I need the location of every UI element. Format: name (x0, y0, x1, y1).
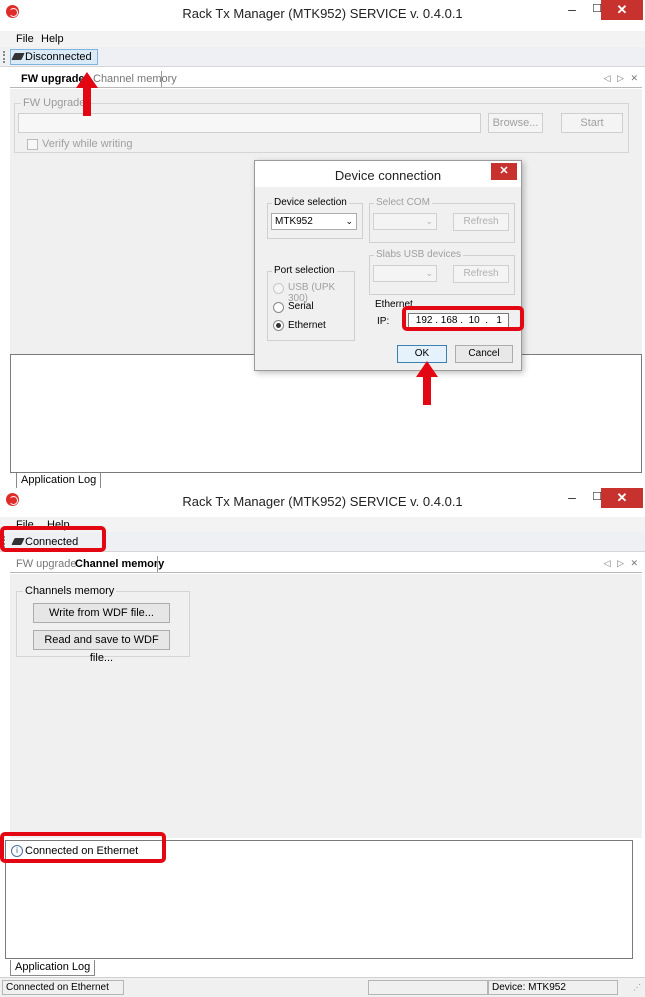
radio-usb[interactable] (273, 283, 284, 294)
tab-separator (157, 556, 158, 572)
minimize-icon[interactable]: – (560, 488, 584, 508)
device-selection-label: Device selection (272, 197, 349, 208)
select-com-label: Select COM (374, 197, 432, 208)
status-connection: Connected on Ethernet (2, 980, 124, 995)
close-icon[interactable]: ✕ (601, 488, 643, 508)
tab-separator (161, 71, 162, 87)
top-log-tab[interactable]: Application Log (16, 473, 102, 489)
radio-serial[interactable] (273, 302, 284, 313)
dropdown-arrow-icon: ⌄ (425, 268, 433, 278)
resize-grip-icon[interactable]: ⋰ (633, 983, 641, 992)
bottom-tabstrip: FW upgrade Channel memory ◁ ▷ ✕ (10, 555, 642, 573)
connection-label: Disconnected (25, 51, 92, 63)
radio-ethernet[interactable] (273, 320, 284, 331)
arrow-up-icon (416, 361, 438, 405)
window-title: Rack Tx Manager (MTK952) SERVICE v. 0.4.… (182, 6, 463, 21)
toolbar: Disconnected (0, 47, 645, 67)
menubar: File Help (0, 31, 645, 47)
tab-scroll-controls[interactable]: ◁ ▷ ✕ (604, 558, 640, 569)
radio-serial-label: Serial (288, 301, 314, 312)
verify-checkbox[interactable] (27, 139, 38, 150)
slabs-usb-group: Slabs USB devices ⌄ Refresh (369, 249, 515, 295)
window-title: Rack Tx Manager (MTK952) SERVICE v. 0.4.… (182, 494, 463, 509)
channels-group-label: Channels memory (23, 585, 117, 597)
menu-file[interactable]: File (16, 33, 34, 45)
dropdown-arrow-icon: ⌄ (425, 216, 433, 226)
verify-label: Verify while writing (42, 138, 133, 150)
status-bar: Connected on Ethernet Device: MTK952 ⋰ (0, 977, 645, 997)
menu-help[interactable]: Help (41, 33, 64, 45)
top-log-pane (10, 354, 642, 473)
top-tabstrip: FW upgrade Channel memory ◁ ▷ ✕ (10, 70, 642, 88)
radio-ethernet-label: Ethernet (288, 320, 326, 331)
com-select[interactable]: ⌄ (373, 213, 437, 230)
connection-button[interactable]: Disconnected (10, 49, 98, 65)
start-button[interactable]: Start (561, 113, 623, 133)
device-connection-dialog: Device connection ✕ Device selection MTK… (254, 160, 522, 371)
ip-label: IP: (377, 316, 390, 327)
close-icon[interactable]: ✕ (601, 0, 643, 20)
usb-refresh-button[interactable]: Refresh (453, 265, 509, 283)
fw-upgrade-group: FW Upgrade Browse... Start Verify while … (14, 97, 629, 153)
write-wdf-button[interactable]: Write from WDF file... (33, 603, 170, 623)
top-titlebar: Rack Tx Manager (MTK952) SERVICE v. 0.4.… (0, 0, 645, 26)
status-empty (368, 980, 488, 995)
tab-channel-memory[interactable]: Channel memory (75, 558, 164, 570)
dialog-close-icon[interactable]: ✕ (491, 163, 517, 180)
minimize-icon[interactable]: – (560, 0, 584, 20)
usb-select[interactable]: ⌄ (373, 265, 437, 282)
com-refresh-button[interactable]: Refresh (453, 213, 509, 231)
fw-file-path-input[interactable] (18, 113, 481, 133)
bottom-log-tab[interactable]: Application Log (10, 960, 96, 976)
toolbar-grip[interactable] (3, 51, 5, 63)
bottom-content-area: Channels memory Write from WDF file... R… (10, 574, 642, 838)
slabs-usb-label: Slabs USB devices (374, 249, 464, 260)
connected-highlight-box (0, 526, 106, 552)
channels-memory-group: Channels memory Write from WDF file... R… (16, 585, 190, 664)
tab-channel-memory[interactable]: Channel memory (93, 73, 177, 85)
cancel-button[interactable]: Cancel (455, 345, 513, 363)
device-select-value: MTK952 (275, 216, 313, 227)
ip-highlight-box (402, 306, 524, 331)
arrow-up-icon (76, 72, 98, 116)
dialog-title: Device connection (334, 168, 442, 183)
device-selection-group: Device selection MTK952 ⌄ (267, 197, 363, 239)
status-device: Device: MTK952 (488, 980, 618, 995)
read-save-wdf-button[interactable]: Read and save to WDF file... (33, 630, 170, 664)
log-highlight-box (0, 832, 166, 863)
plug-icon (11, 53, 25, 60)
browse-button[interactable]: Browse... (488, 113, 543, 133)
select-com-group: Select COM ⌄ Refresh (369, 197, 515, 243)
tab-scroll-controls[interactable]: ◁ ▷ ✕ (604, 73, 640, 84)
port-selection-label: Port selection (272, 265, 337, 276)
dropdown-arrow-icon: ⌄ (345, 216, 353, 226)
tab-fw-upgrade[interactable]: FW upgrade (16, 558, 77, 570)
dialog-titlebar: Device connection ✕ (255, 161, 521, 187)
port-selection-group: Port selection USB (UPK 300) Serial Ethe… (267, 265, 355, 341)
bottom-titlebar: Rack Tx Manager (MTK952) SERVICE v. 0.4.… (0, 488, 645, 514)
device-select[interactable]: MTK952 ⌄ (271, 213, 357, 230)
